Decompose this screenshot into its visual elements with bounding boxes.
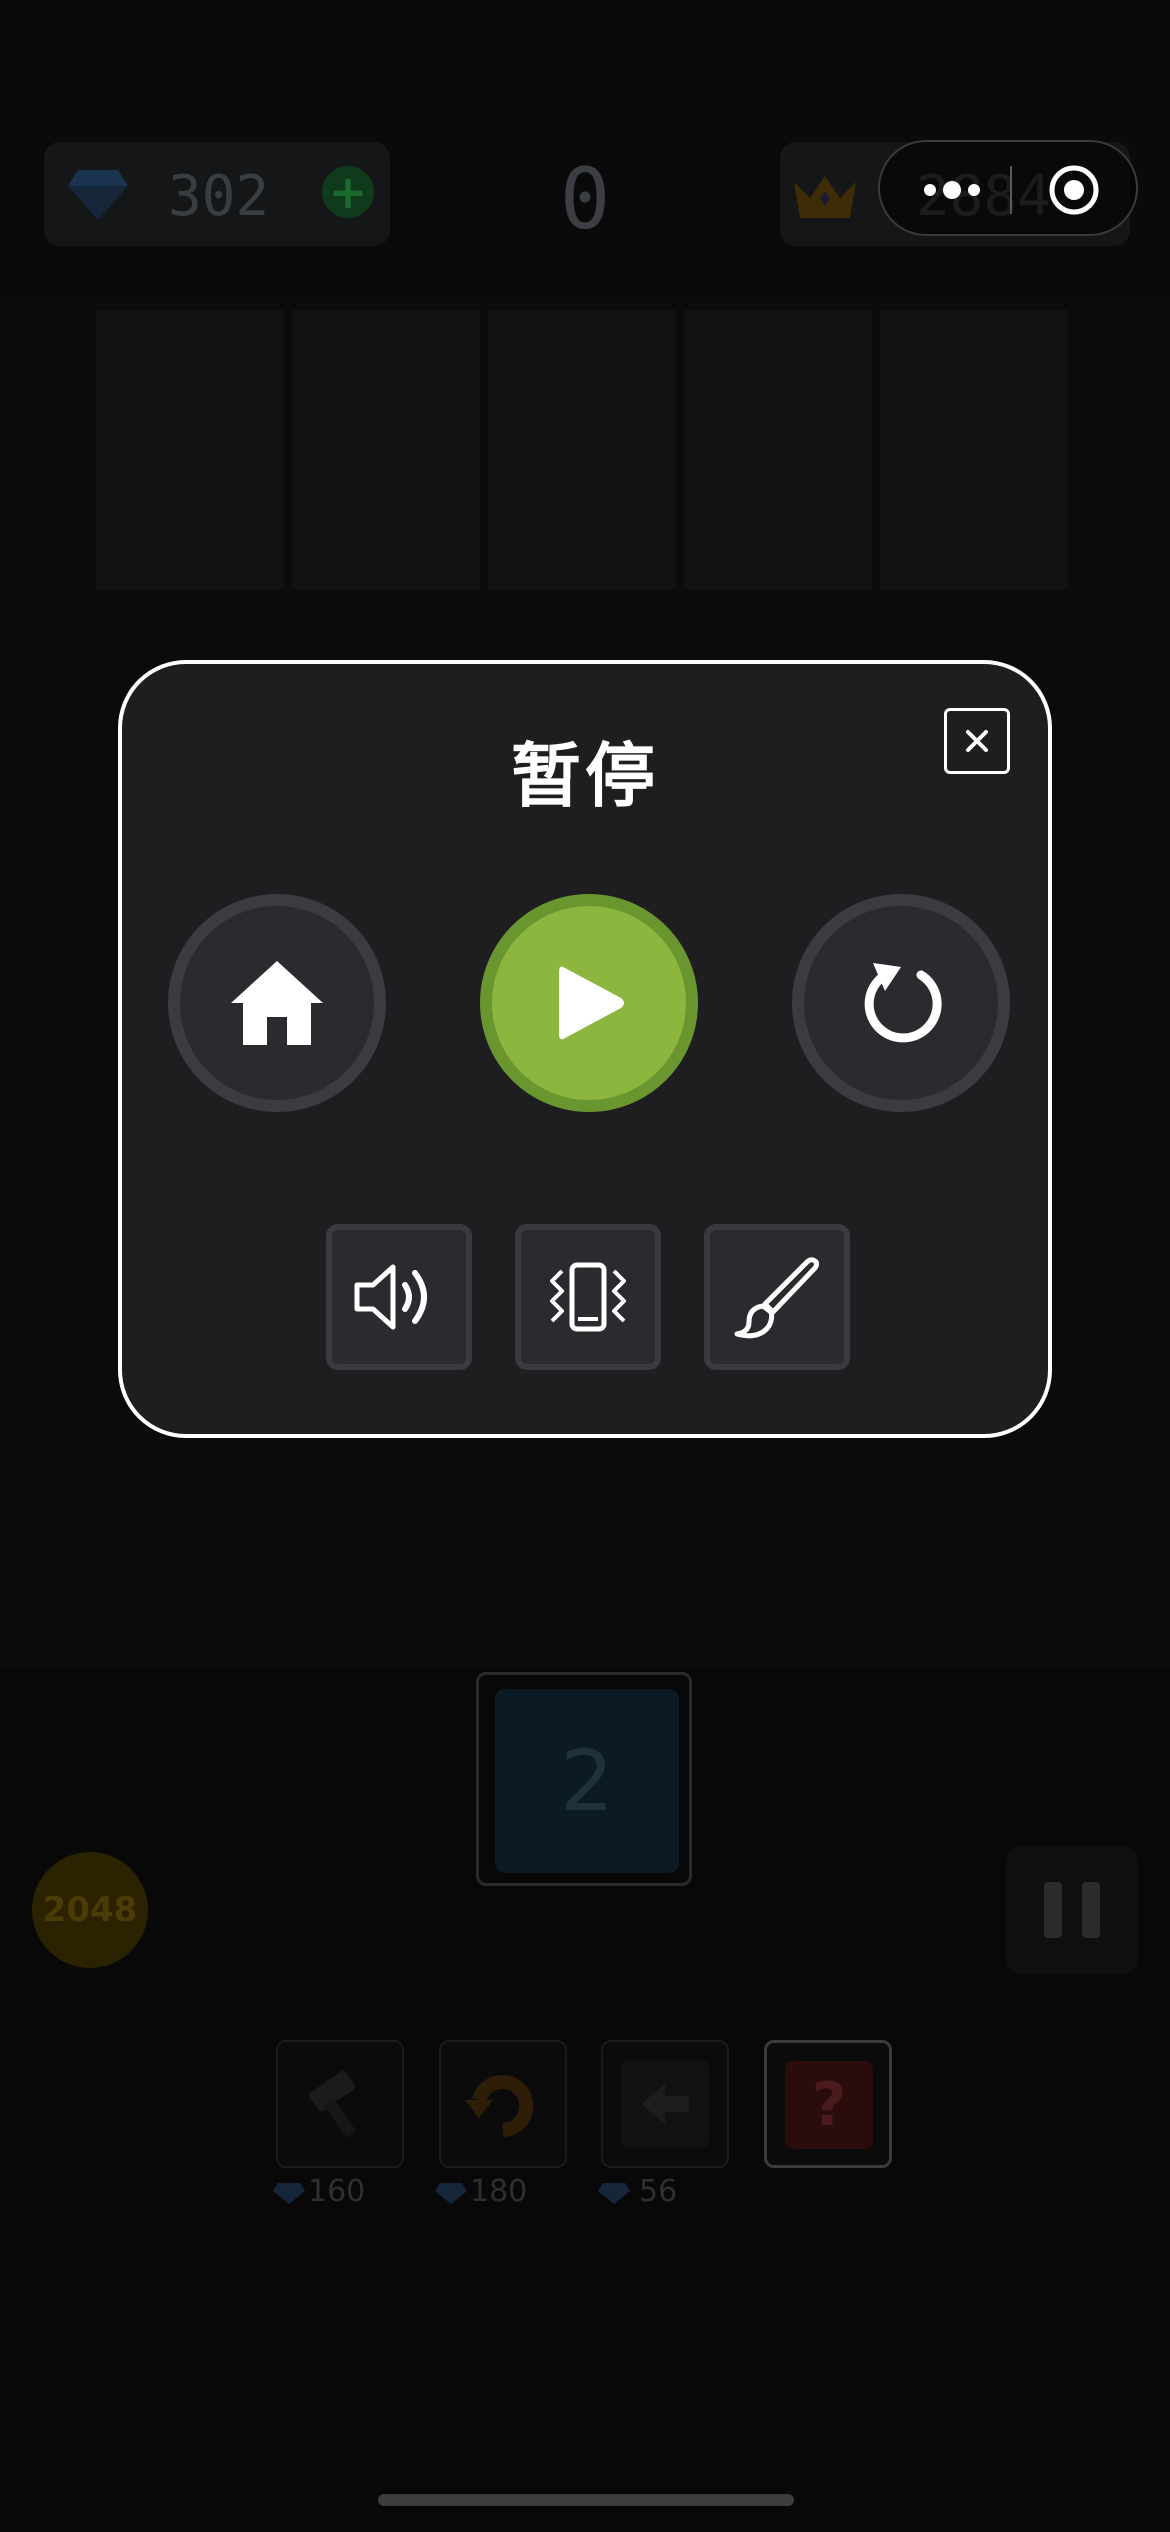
board-column[interactable] [880,310,1068,590]
board-column[interactable] [684,310,872,590]
sound-toggle[interactable] [326,1224,472,1370]
pause-button[interactable] [1006,1846,1138,1974]
hammer-icon [308,2070,357,2138]
miniprogram-capsule [878,140,1138,236]
home-indicator [378,2494,794,2506]
speaker-icon [354,1264,427,1330]
undo-icon [465,2075,534,2137]
tool-cost-value: 180 [470,2174,528,2209]
tool-cost-value: 56 [639,2174,678,2209]
tool-cost: 160 [272,2174,365,2209]
tool-hammer[interactable] [276,2040,404,2168]
diamond-icon [598,2182,630,2204]
tool-undo[interactable] [439,2040,567,2168]
swap-icon [621,2060,709,2148]
resume-button[interactable] [480,894,698,1112]
tool-cost: 180 [434,2174,527,2209]
coin-2048[interactable]: 2048 [32,1852,148,1968]
diamond-icon [273,2182,305,2204]
pause-dialog: 暂停 [118,660,1052,1438]
dialog-title: 暂停 [511,735,659,817]
tool-swap[interactable] [601,2040,729,2168]
more-icon[interactable] [922,178,982,202]
question-icon: ? [785,2061,873,2149]
pause-bar [1044,1882,1062,1938]
brush-icon [734,1257,820,1339]
home-icon [231,961,323,1045]
board-column[interactable] [96,310,284,590]
crown-icon [794,176,856,218]
diamond-icon [435,2182,467,2204]
close-miniprogram-icon[interactable] [1048,164,1100,216]
restart-icon [864,963,942,1043]
next-tile: 2 [495,1689,679,1873]
capsule-divider [1010,166,1012,214]
board-column[interactable] [292,310,480,590]
close-icon [966,730,988,752]
home-button[interactable] [168,894,386,1112]
theme-button[interactable] [704,1224,850,1370]
vibration-toggle[interactable] [515,1224,661,1370]
tool-cost-value: 160 [308,2174,366,2209]
board-columns [96,300,1068,590]
restart-button[interactable] [792,894,1010,1112]
pause-bar [1082,1882,1100,1938]
close-button[interactable] [944,708,1010,774]
play-icon [559,966,624,1040]
next-tile-frame: 2 [476,1672,692,1886]
vibration-icon [550,1262,626,1332]
board-column[interactable] [488,310,676,590]
tool-mystery[interactable]: ? [764,2040,892,2168]
tool-cost: 56 [597,2174,677,2209]
